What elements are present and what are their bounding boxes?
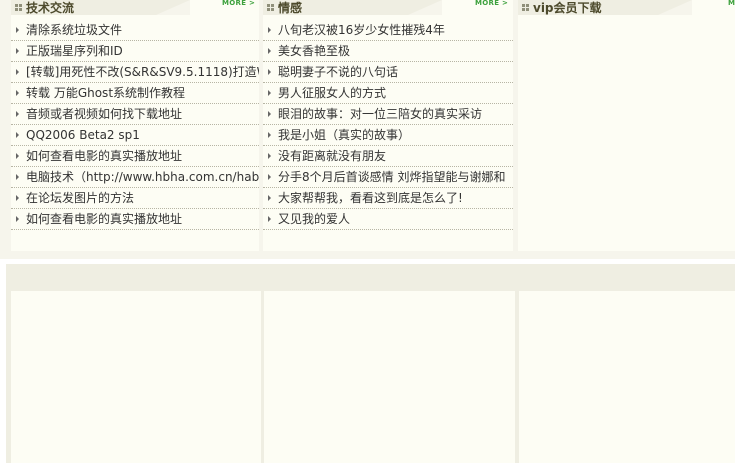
list-item: 如何查看电影的真实播放地址 xyxy=(11,209,259,230)
grid-icon xyxy=(522,3,529,11)
arrow-right-icon xyxy=(268,153,271,159)
list-item: [转载]用死性不改(S&R&SV9.5.1118)打造Wi xyxy=(11,62,259,83)
arrow-right-icon xyxy=(268,69,271,75)
topic-link[interactable]: 如何查看电影的真实播放地址 xyxy=(26,146,259,166)
more-link[interactable]: MORE > xyxy=(475,0,508,8)
list-item: 大家帮帮我，看看这到底是怎么了! xyxy=(263,188,513,209)
topic-link[interactable]: QQ2006 Beta2 sp1 xyxy=(26,125,259,145)
arrow-right-icon xyxy=(16,132,19,138)
list-item: 眼泪的故事：对一位三陪女的真实采访 xyxy=(263,104,513,125)
arrow-right-icon xyxy=(16,216,19,222)
grid-icon xyxy=(267,3,274,11)
topic-link[interactable]: [转载]用死性不改(S&R&SV9.5.1118)打造Wi xyxy=(26,62,259,82)
topic-link[interactable]: 大家帮帮我，看看这到底是怎么了! xyxy=(278,188,513,208)
topic-link[interactable]: 男人征服女人的方式 xyxy=(278,83,513,103)
arrow-right-icon xyxy=(268,132,271,138)
panel-header: 技术交流 MORE > xyxy=(11,0,259,15)
more-link[interactable]: MORE > xyxy=(222,0,255,8)
panel-title: 技术交流 xyxy=(26,0,75,15)
arrow-right-icon xyxy=(268,195,271,201)
list-item: 清除系统垃圾文件 xyxy=(11,20,259,41)
panel-vip-download: vip会员下载 M xyxy=(518,0,735,251)
arrow-right-icon xyxy=(268,216,271,222)
topic-link[interactable]: 眼泪的故事：对一位三陪女的真实采访 xyxy=(278,104,513,124)
panel-title: vip会员下载 xyxy=(533,0,602,15)
arrow-right-icon xyxy=(268,90,271,96)
topic-link[interactable]: 清除系统垃圾文件 xyxy=(26,20,259,40)
topic-link[interactable]: 又见我的爱人 xyxy=(278,209,513,229)
panel-tech-exchange: 技术交流 MORE > 清除系统垃圾文件 正版瑞星序列和ID [转载]用死性不改… xyxy=(11,0,259,251)
list-item: 电脑技术（http://www.hbha.com.cn/habbs/l xyxy=(11,167,259,188)
list-item: 没有距离就没有朋友 xyxy=(263,146,513,167)
arrow-right-icon xyxy=(268,48,271,54)
list-item: 男人征服女人的方式 xyxy=(263,83,513,104)
list-item: 我是小姐（真实的故事） xyxy=(263,125,513,146)
arrow-right-icon xyxy=(16,111,19,117)
list-item: 美女香艳至极 xyxy=(263,41,513,62)
list-item: 在论坛发图片的方法 xyxy=(11,188,259,209)
arrow-right-icon xyxy=(16,195,19,201)
arrow-right-icon xyxy=(16,27,19,33)
panel-header: vip会员下载 M xyxy=(518,0,735,15)
topic-link[interactable]: 八旬老汉被16岁少女性摧残4年 xyxy=(278,20,513,40)
topic-link[interactable]: 在论坛发图片的方法 xyxy=(26,188,259,208)
panel-emotion: 情感 MORE > 八旬老汉被16岁少女性摧残4年 美女香艳至极 聪明妻子不说的… xyxy=(263,0,513,251)
topic-list: 清除系统垃圾文件 正版瑞星序列和ID [转载]用死性不改(S&R&SV9.5.1… xyxy=(11,20,259,230)
topic-link[interactable]: 转载 万能Ghost系统制作教程 xyxy=(26,83,259,103)
arrow-right-icon xyxy=(16,153,19,159)
lower-panel-right xyxy=(519,269,735,463)
topic-list: 八旬老汉被16岁少女性摧残4年 美女香艳至极 聪明妻子不说的八句话 男人征服女人… xyxy=(263,20,513,230)
list-item: 转载 万能Ghost系统制作教程 xyxy=(11,83,259,104)
arrow-right-icon xyxy=(16,48,19,54)
list-item: 又见我的爱人 xyxy=(263,209,513,230)
list-item: 八旬老汉被16岁少女性摧残4年 xyxy=(263,20,513,41)
topic-link[interactable]: 分手8个月后首谈感情 刘烨指望能与谢娜和 xyxy=(278,167,513,187)
panel-header: 情感 MORE > xyxy=(263,0,513,15)
topic-link[interactable]: 没有距离就没有朋友 xyxy=(278,146,513,166)
more-link[interactable]: M xyxy=(728,0,735,8)
topic-link[interactable]: 我是小姐（真实的故事） xyxy=(278,125,513,145)
topic-link[interactable]: 聪明妻子不说的八句话 xyxy=(278,62,513,82)
grid-icon xyxy=(15,3,22,11)
arrow-right-icon xyxy=(16,174,19,180)
list-item: 音频或者视频如何找下载地址 xyxy=(11,104,259,125)
arrow-right-icon xyxy=(16,90,19,96)
arrow-right-icon xyxy=(16,69,19,75)
topic-link[interactable]: 美女香艳至极 xyxy=(278,41,513,61)
arrow-right-icon xyxy=(268,27,271,33)
list-item: 分手8个月后首谈感情 刘烨指望能与谢娜和 xyxy=(263,167,513,188)
topic-link[interactable]: 音频或者视频如何找下载地址 xyxy=(26,104,259,124)
arrow-right-icon xyxy=(268,111,271,117)
topic-link[interactable]: 电脑技术（http://www.hbha.com.cn/habbs/l xyxy=(26,167,259,187)
lower-panel-middle xyxy=(264,269,516,463)
list-item: 聪明妻子不说的八句话 xyxy=(263,62,513,83)
arrow-right-icon xyxy=(268,174,271,180)
topic-link[interactable]: 如何查看电影的真实播放地址 xyxy=(26,209,259,229)
list-item: QQ2006 Beta2 sp1 xyxy=(11,125,259,146)
list-item: 正版瑞星序列和ID xyxy=(11,41,259,62)
list-item: 如何查看电影的真实播放地址 xyxy=(11,146,259,167)
panel-title: 情感 xyxy=(278,0,303,15)
topic-link[interactable]: 正版瑞星序列和ID xyxy=(26,41,259,61)
lower-panel-left xyxy=(11,269,263,463)
